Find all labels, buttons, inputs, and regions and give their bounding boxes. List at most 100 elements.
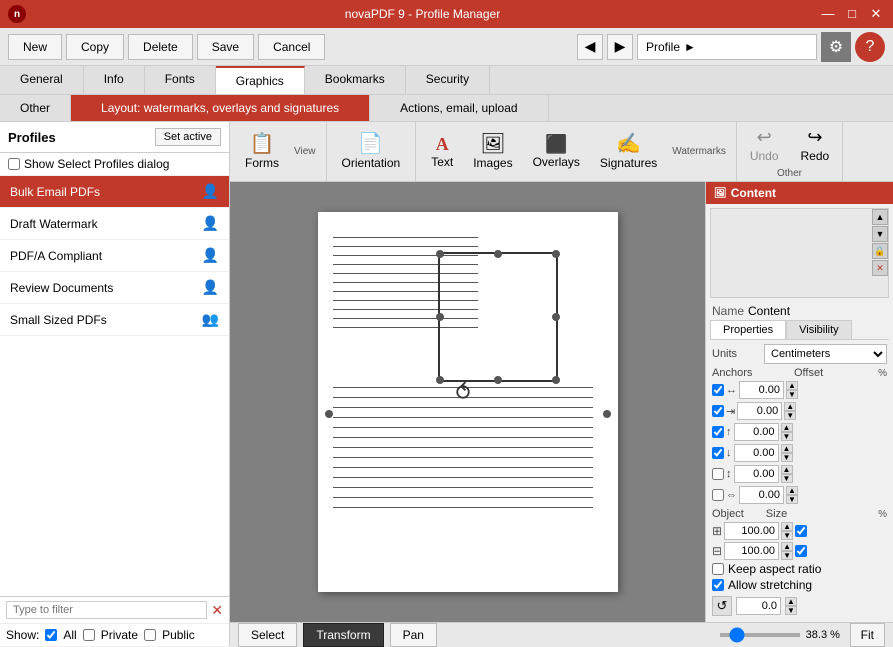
nav-delete-button[interactable]: ✕ [872, 260, 888, 276]
set-active-button[interactable]: Set active [155, 128, 221, 146]
images-button[interactable]: 🖼 Images [464, 129, 521, 175]
pan-button[interactable]: Pan [390, 623, 437, 647]
anchor-check-6[interactable] [712, 489, 724, 501]
size-h-pct-check[interactable] [795, 545, 807, 557]
nav-up-button[interactable]: ▲ [872, 209, 888, 225]
handle-ml[interactable] [436, 313, 444, 321]
help-button[interactable]: ? [855, 32, 885, 62]
size-w-down[interactable]: ▼ [781, 531, 793, 540]
spin-up-1[interactable]: ▲ [786, 381, 798, 390]
profile-item-draft-watermark[interactable]: Draft Watermark 👤 [0, 208, 229, 240]
anchor-right[interactable] [603, 410, 611, 418]
rotate-input[interactable] [736, 597, 781, 615]
show-public-checkbox[interactable] [144, 629, 156, 641]
forms-button[interactable]: 📋 Forms [236, 129, 288, 175]
tab-actions[interactable]: Actions, email, upload [370, 95, 548, 121]
spin-up-4[interactable]: ▲ [781, 444, 793, 453]
anchor-val-5[interactable] [734, 465, 779, 483]
forward-button[interactable]: ▶ [607, 34, 633, 60]
signatures-button[interactable]: ✍️ Signatures [591, 129, 666, 175]
text-button[interactable]: A Text [422, 130, 462, 174]
undo-button[interactable]: ↩ Undo [743, 124, 786, 166]
filter-clear-button[interactable]: ✕ [211, 602, 223, 619]
handle-tr[interactable] [552, 250, 560, 258]
size-width-input[interactable] [724, 522, 779, 540]
handle-br[interactable] [552, 376, 560, 384]
anchor-val-1[interactable] [739, 381, 784, 399]
size-w-pct-check[interactable] [795, 525, 807, 537]
anchor-check-1[interactable] [712, 384, 724, 396]
copy-button[interactable]: Copy [66, 34, 124, 60]
show-all-checkbox[interactable] [45, 629, 57, 641]
maximize-button[interactable]: □ [843, 6, 861, 22]
cancel-button[interactable]: Cancel [258, 34, 325, 60]
anchor-left[interactable] [325, 410, 333, 418]
tab-general[interactable]: General [0, 66, 84, 94]
settings-button[interactable]: ⚙ [821, 32, 851, 62]
show-private-checkbox[interactable] [83, 629, 95, 641]
rotate-button[interactable]: ↺ [712, 596, 732, 616]
tab-properties[interactable]: Properties [710, 320, 786, 339]
anchor-val-6[interactable] [739, 486, 784, 504]
canvas-area[interactable]: ⥀ [230, 182, 705, 622]
tab-visibility[interactable]: Visibility [786, 320, 852, 339]
redo-button[interactable]: ↪ Redo [794, 124, 837, 166]
anchor-check-5[interactable] [712, 468, 724, 480]
profile-item-pdfa[interactable]: PDF/A Compliant 👤 [0, 240, 229, 272]
anchor-check-2[interactable] [712, 405, 724, 417]
anchor-check-4[interactable] [712, 447, 724, 459]
filter-input[interactable] [6, 601, 207, 619]
nav-lock-button[interactable]: 🔒 [872, 243, 888, 259]
size-height-input[interactable] [724, 542, 779, 560]
back-button[interactable]: ◀ [577, 34, 603, 60]
spin-up-6[interactable]: ▲ [786, 486, 798, 495]
keep-aspect-checkbox[interactable] [712, 563, 724, 575]
profile-item-review[interactable]: Review Documents 👤 [0, 272, 229, 304]
delete-button[interactable]: Delete [128, 34, 193, 60]
rotate-handle[interactable]: ⥀ [456, 380, 471, 406]
profile-selector[interactable]: Profile ► [637, 34, 817, 60]
handle-mr[interactable] [552, 313, 560, 321]
fit-button[interactable]: Fit [850, 623, 885, 647]
profile-item-bulk-email[interactable]: Bulk Email PDFs 👤 [0, 176, 229, 208]
transform-button[interactable]: Transform [303, 623, 383, 647]
anchor-val-4[interactable] [734, 444, 779, 462]
tab-layout[interactable]: Layout: watermarks, overlays and signatu… [71, 95, 370, 121]
tab-other[interactable]: Other [0, 95, 71, 121]
rotate-down[interactable]: ▼ [785, 606, 797, 615]
spin-down-1[interactable]: ▼ [786, 390, 798, 399]
new-button[interactable]: New [8, 34, 62, 60]
spin-down-4[interactable]: ▼ [781, 453, 793, 462]
tab-bookmarks[interactable]: Bookmarks [305, 66, 406, 94]
spin-down-3[interactable]: ▼ [781, 432, 793, 441]
overlay-box[interactable] [438, 252, 558, 382]
nav-down-button[interactable]: ▼ [872, 226, 888, 242]
spin-down-5[interactable]: ▼ [781, 474, 793, 483]
handle-tl[interactable] [436, 250, 444, 258]
save-button[interactable]: Save [197, 34, 254, 60]
handle-tm[interactable] [494, 250, 502, 258]
handle-bl[interactable] [436, 376, 444, 384]
spin-up-3[interactable]: ▲ [781, 423, 793, 432]
profile-item-small-sized[interactable]: Small Sized PDFs 👥 [0, 304, 229, 336]
anchor-val-2[interactable] [737, 402, 782, 420]
orientation-button[interactable]: 📄 Orientation [333, 129, 410, 175]
select-button[interactable]: Select [238, 623, 297, 647]
size-h-down[interactable]: ▼ [781, 551, 793, 560]
overlays-button[interactable]: ⬛ Overlays [524, 130, 589, 174]
minimize-button[interactable]: — [819, 6, 837, 22]
tab-fonts[interactable]: Fonts [145, 66, 216, 94]
spin-down-2[interactable]: ▼ [784, 411, 796, 420]
rotate-up[interactable]: ▲ [785, 597, 797, 606]
zoom-slider[interactable] [720, 633, 800, 637]
show-profiles-checkbox[interactable] [8, 158, 20, 170]
tab-info[interactable]: Info [84, 66, 145, 94]
spin-down-6[interactable]: ▼ [786, 495, 798, 504]
size-w-up[interactable]: ▲ [781, 522, 793, 531]
handle-bm[interactable] [494, 376, 502, 384]
units-select[interactable]: Centimeters Inches Points [764, 344, 887, 364]
spin-up-5[interactable]: ▲ [781, 465, 793, 474]
close-button[interactable]: ✕ [867, 6, 885, 22]
anchor-check-3[interactable] [712, 426, 724, 438]
anchor-val-3[interactable] [734, 423, 779, 441]
